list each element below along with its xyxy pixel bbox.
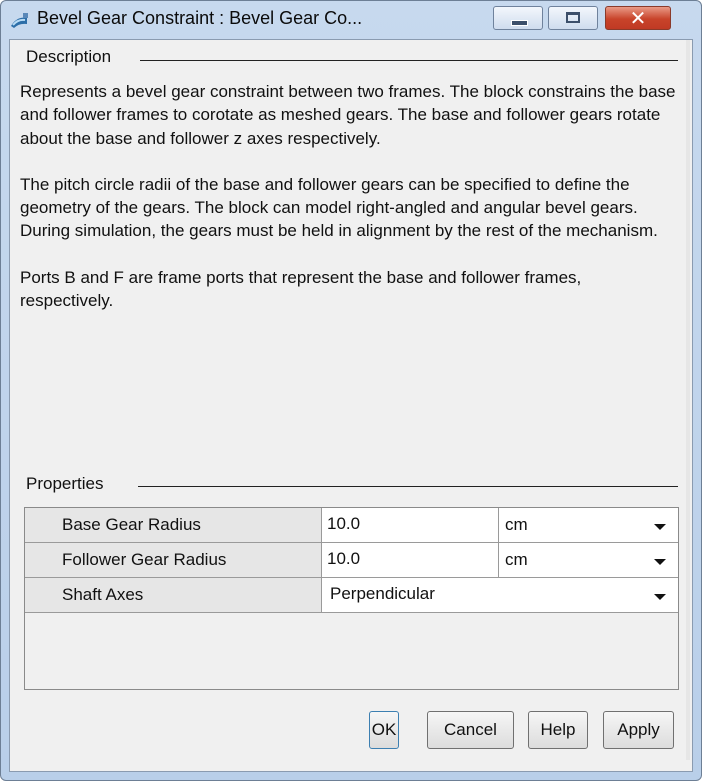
property-name: Follower Gear Radius (25, 543, 322, 577)
description-group-label: Description (26, 47, 118, 67)
unit-value: cm (505, 550, 528, 569)
chevron-down-icon[interactable] (654, 524, 666, 530)
description-paragraph: Represents a bevel gear constraint betwe… (20, 82, 676, 148)
maximize-icon (566, 12, 580, 23)
chevron-down-icon[interactable] (654, 559, 666, 565)
property-row-shaft-axes: Shaft Axes Perpendicular (25, 578, 678, 613)
properties-table: Base Gear Radius 10.0 cm Follower Gear R… (24, 507, 679, 690)
minimize-icon (511, 20, 528, 26)
properties-group-label: Properties (26, 474, 110, 494)
simulink-block-icon (9, 12, 31, 30)
vertical-scrollbar[interactable] (686, 40, 690, 760)
property-name: Shaft Axes (25, 578, 322, 612)
chevron-down-icon[interactable] (654, 594, 666, 600)
minimize-button[interactable] (493, 6, 543, 30)
description-paragraph: Ports B and F are frame ports that repre… (20, 267, 582, 311)
property-row-base-gear-radius: Base Gear Radius 10.0 cm (25, 508, 678, 543)
window-title: Bevel Gear Constraint : Bevel Gear Co... (37, 8, 363, 28)
ok-button[interactable]: OK (369, 711, 399, 749)
unit-value: cm (505, 515, 528, 534)
description-text: Represents a bevel gear constraint betwe… (20, 80, 676, 335)
cancel-button[interactable]: Cancel (427, 711, 514, 749)
shaft-axes-value: Perpendicular (330, 584, 435, 603)
description-paragraph: The pitch circle radii of the base and f… (20, 174, 658, 241)
base-gear-radius-unit-select[interactable]: cm (499, 508, 678, 542)
help-button[interactable]: Help (528, 711, 588, 749)
description-group-line (140, 60, 678, 61)
properties-group-line (138, 486, 678, 487)
shaft-axes-select[interactable]: Perpendicular (322, 578, 678, 612)
base-gear-radius-input[interactable]: 10.0 (322, 508, 499, 542)
apply-button[interactable]: Apply (603, 711, 674, 749)
property-name: Base Gear Radius (25, 508, 322, 542)
close-button[interactable]: ✕ (605, 6, 671, 30)
close-icon: ✕ (629, 6, 647, 30)
title-bar[interactable]: Bevel Gear Constraint : Bevel Gear Co...… (1, 1, 701, 39)
property-row-follower-gear-radius: Follower Gear Radius 10.0 cm (25, 543, 678, 578)
follower-gear-radius-input[interactable]: 10.0 (322, 543, 499, 577)
follower-gear-radius-unit-select[interactable]: cm (499, 543, 678, 577)
maximize-button[interactable] (548, 6, 598, 30)
